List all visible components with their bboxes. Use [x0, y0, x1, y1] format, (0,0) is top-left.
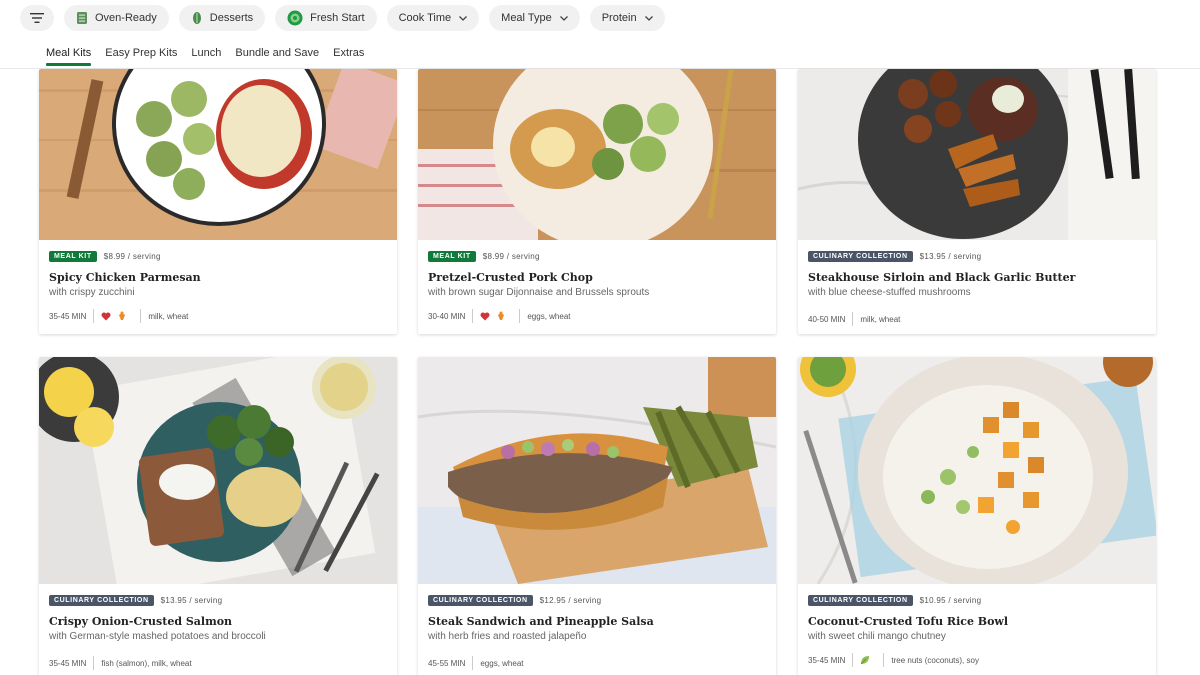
meal-photo — [39, 69, 397, 240]
meal-subtitle: with crispy zucchini — [49, 287, 135, 298]
filter-pill-desserts[interactable]: Desserts — [178, 5, 266, 31]
allergens: milk, wheat — [860, 314, 901, 324]
chevron-down-icon — [559, 15, 568, 21]
meal-card[interactable]: MEAL KIT $8.99 / serving Spicy Chicken P… — [39, 69, 397, 334]
meal-card-info: MEAL KIT $8.99 / serving Pretzel-Crusted… — [418, 240, 776, 323]
divider — [852, 312, 854, 326]
meal-title: Crispy Onion-Crusted Salmon — [49, 615, 233, 628]
filter-pill-label: Protein — [601, 12, 637, 24]
chevron-down-icon — [459, 15, 468, 21]
price-per-serving: $12.95 / serving — [539, 596, 602, 605]
chevron-down-icon — [644, 15, 653, 21]
divider — [472, 309, 474, 323]
meal-subtitle: with herb fries and roasted jalapeño — [428, 631, 587, 642]
meal-card[interactable]: CULINARY COLLECTION $12.95 / serving Ste… — [418, 357, 776, 675]
cook-time: 30-40 MIN — [428, 311, 466, 321]
filter-pill-label: Cook Time — [398, 12, 452, 24]
filter-pill-label: Oven-Ready — [95, 12, 157, 24]
carrot-icon — [117, 311, 127, 321]
collection-badge: CULINARY COLLECTION — [808, 251, 913, 262]
carrot-icon — [496, 311, 506, 321]
filter-pill-oven-ready[interactable]: Oven-Ready — [64, 5, 169, 31]
meal-photo — [798, 357, 1156, 584]
meal-type-badge: MEAL KIT — [428, 251, 476, 262]
meal-card[interactable]: MEAL KIT $8.99 / serving Pretzel-Crusted… — [418, 69, 776, 334]
price-per-serving: $13.95 / serving — [160, 596, 223, 605]
meal-card-info: CULINARY COLLECTION $13.95 / serving Ste… — [798, 240, 1156, 326]
filter-dropdown-cook-time[interactable]: Cook Time — [386, 5, 480, 31]
cook-time: 35-45 MIN — [49, 311, 87, 321]
meal-photo — [39, 357, 397, 584]
price-per-serving: $10.95 / serving — [919, 596, 982, 605]
meal-photo — [418, 69, 776, 240]
collection-badge: CULINARY COLLECTION — [428, 595, 533, 606]
allergens: tree nuts (coconuts), soy — [891, 655, 979, 665]
allergens: eggs, wheat — [527, 311, 571, 321]
filter-lines-icon — [30, 13, 44, 23]
divider — [519, 309, 521, 323]
heart-icon — [101, 312, 111, 321]
meal-card-info: MEAL KIT $8.99 / serving Spicy Chicken P… — [39, 240, 397, 323]
price-per-serving: $13.95 / serving — [919, 252, 982, 261]
divider — [140, 309, 142, 323]
filter-pill-label: Meal Type — [501, 12, 552, 24]
filter-pill-fresh-start[interactable]: Fresh Start — [275, 5, 377, 31]
meal-photo — [798, 69, 1156, 240]
heart-icon — [480, 312, 490, 321]
meal-card-info: CULINARY COLLECTION $13.95 / serving Cri… — [39, 584, 397, 670]
divider — [93, 309, 95, 323]
filter-pill-label: Fresh Start — [310, 12, 365, 24]
oven-tray-icon — [76, 11, 88, 25]
allergens: eggs, wheat — [480, 658, 524, 668]
filter-settings-button[interactable] — [20, 5, 54, 31]
tab-easy-prep-kits[interactable]: Easy Prep Kits — [105, 47, 177, 64]
cook-time: 40-50 MIN — [808, 314, 846, 324]
tab-bundle-and-save[interactable]: Bundle and Save — [235, 47, 319, 64]
category-tabs: Meal Kits Easy Prep Kits Lunch Bundle an… — [46, 47, 378, 67]
divider — [93, 656, 95, 670]
price-per-serving: $8.99 / serving — [482, 252, 540, 261]
price-per-serving: $8.99 / serving — [103, 252, 161, 261]
tab-meal-kits[interactable]: Meal Kits — [46, 47, 92, 66]
tab-extras[interactable]: Extras — [333, 47, 364, 64]
filter-pill-label: Desserts — [209, 12, 254, 24]
divider — [472, 656, 474, 670]
meal-card[interactable]: CULINARY COLLECTION $10.95 / serving Coc… — [798, 357, 1156, 675]
divider — [852, 653, 854, 667]
meal-title: Spicy Chicken Parmesan — [49, 271, 201, 284]
meal-photo — [418, 357, 776, 584]
filter-dropdown-meal-type[interactable]: Meal Type — [489, 5, 580, 31]
allergens: milk, wheat — [148, 311, 189, 321]
meal-title: Pretzel-Crusted Pork Chop — [428, 271, 593, 284]
meal-card-info: CULINARY COLLECTION $10.95 / serving Coc… — [798, 584, 1156, 667]
tab-lunch[interactable]: Lunch — [191, 47, 221, 64]
meal-card[interactable]: CULINARY COLLECTION $13.95 / serving Cri… — [39, 357, 397, 675]
cook-time: 35-45 MIN — [49, 658, 87, 668]
meal-subtitle: with brown sugar Dijonnaise and Brussels… — [428, 287, 650, 298]
fresh-start-icon — [287, 10, 303, 26]
cook-time: 45-55 MIN — [428, 658, 466, 668]
dessert-icon — [191, 11, 203, 25]
collection-badge: CULINARY COLLECTION — [49, 595, 154, 606]
filter-dropdown-protein[interactable]: Protein — [589, 5, 665, 31]
meal-type-badge: MEAL KIT — [49, 251, 97, 262]
meal-subtitle: with blue cheese-stuffed mushrooms — [808, 287, 971, 298]
allergens: fish (salmon), milk, wheat — [101, 658, 192, 668]
cook-time: 35-45 MIN — [808, 655, 846, 665]
meal-card[interactable]: CULINARY COLLECTION $13.95 / serving Ste… — [798, 69, 1156, 334]
meal-title: Steak Sandwich and Pineapple Salsa — [428, 615, 654, 628]
meal-card-info: CULINARY COLLECTION $12.95 / serving Ste… — [418, 584, 776, 670]
meal-subtitle: with sweet chili mango chutney — [808, 631, 946, 642]
meal-title: Coconut-Crusted Tofu Rice Bowl — [808, 615, 1009, 628]
filter-bar: Oven-Ready Desserts Fresh Start Cook Tim… — [20, 5, 675, 31]
meal-subtitle: with German-style mashed potatoes and br… — [49, 631, 266, 642]
leaf-icon — [860, 655, 870, 665]
collection-badge: CULINARY COLLECTION — [808, 595, 913, 606]
divider — [883, 653, 885, 667]
meal-title: Steakhouse Sirloin and Black Garlic Butt… — [808, 271, 1076, 284]
